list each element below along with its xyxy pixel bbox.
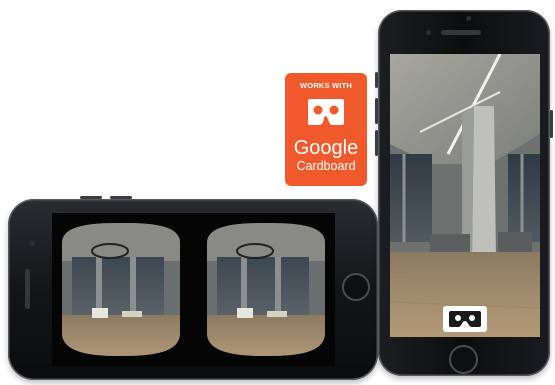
volume-up-button[interactable]	[375, 98, 378, 124]
badge-google-text: Google	[293, 137, 359, 159]
vr-mono-screen	[390, 54, 540, 337]
badge-cardboard-text: Cardboard	[296, 159, 356, 173]
right-eye-view	[207, 223, 325, 356]
home-button[interactable]	[449, 345, 478, 374]
front-camera	[466, 16, 471, 21]
room-view	[390, 54, 540, 337]
cardboard-logo-icon	[308, 99, 344, 125]
stereo-view	[62, 223, 325, 356]
vr-split-screen	[52, 213, 335, 366]
home-button[interactable]	[342, 273, 370, 301]
left-eye-view	[62, 223, 180, 356]
volume-down-button[interactable]	[375, 130, 378, 156]
landscape-phone	[8, 199, 378, 380]
volume-up-button[interactable]	[80, 196, 102, 199]
badge-top-text: WORKS WITH	[300, 81, 352, 90]
cardboard-mode-button[interactable]	[443, 306, 487, 332]
volume-down-button[interactable]	[110, 196, 132, 199]
earpiece-speaker	[25, 269, 30, 309]
cardboard-viewer-icon	[449, 311, 481, 327]
sensor	[426, 30, 431, 35]
earpiece-speaker	[441, 30, 481, 35]
mute-switch[interactable]	[375, 72, 378, 88]
portrait-phone	[378, 10, 550, 376]
works-with-cardboard-badge: WORKS WITH Google Cardboard	[285, 73, 367, 186]
front-camera	[30, 241, 35, 246]
power-button[interactable]	[550, 110, 553, 138]
